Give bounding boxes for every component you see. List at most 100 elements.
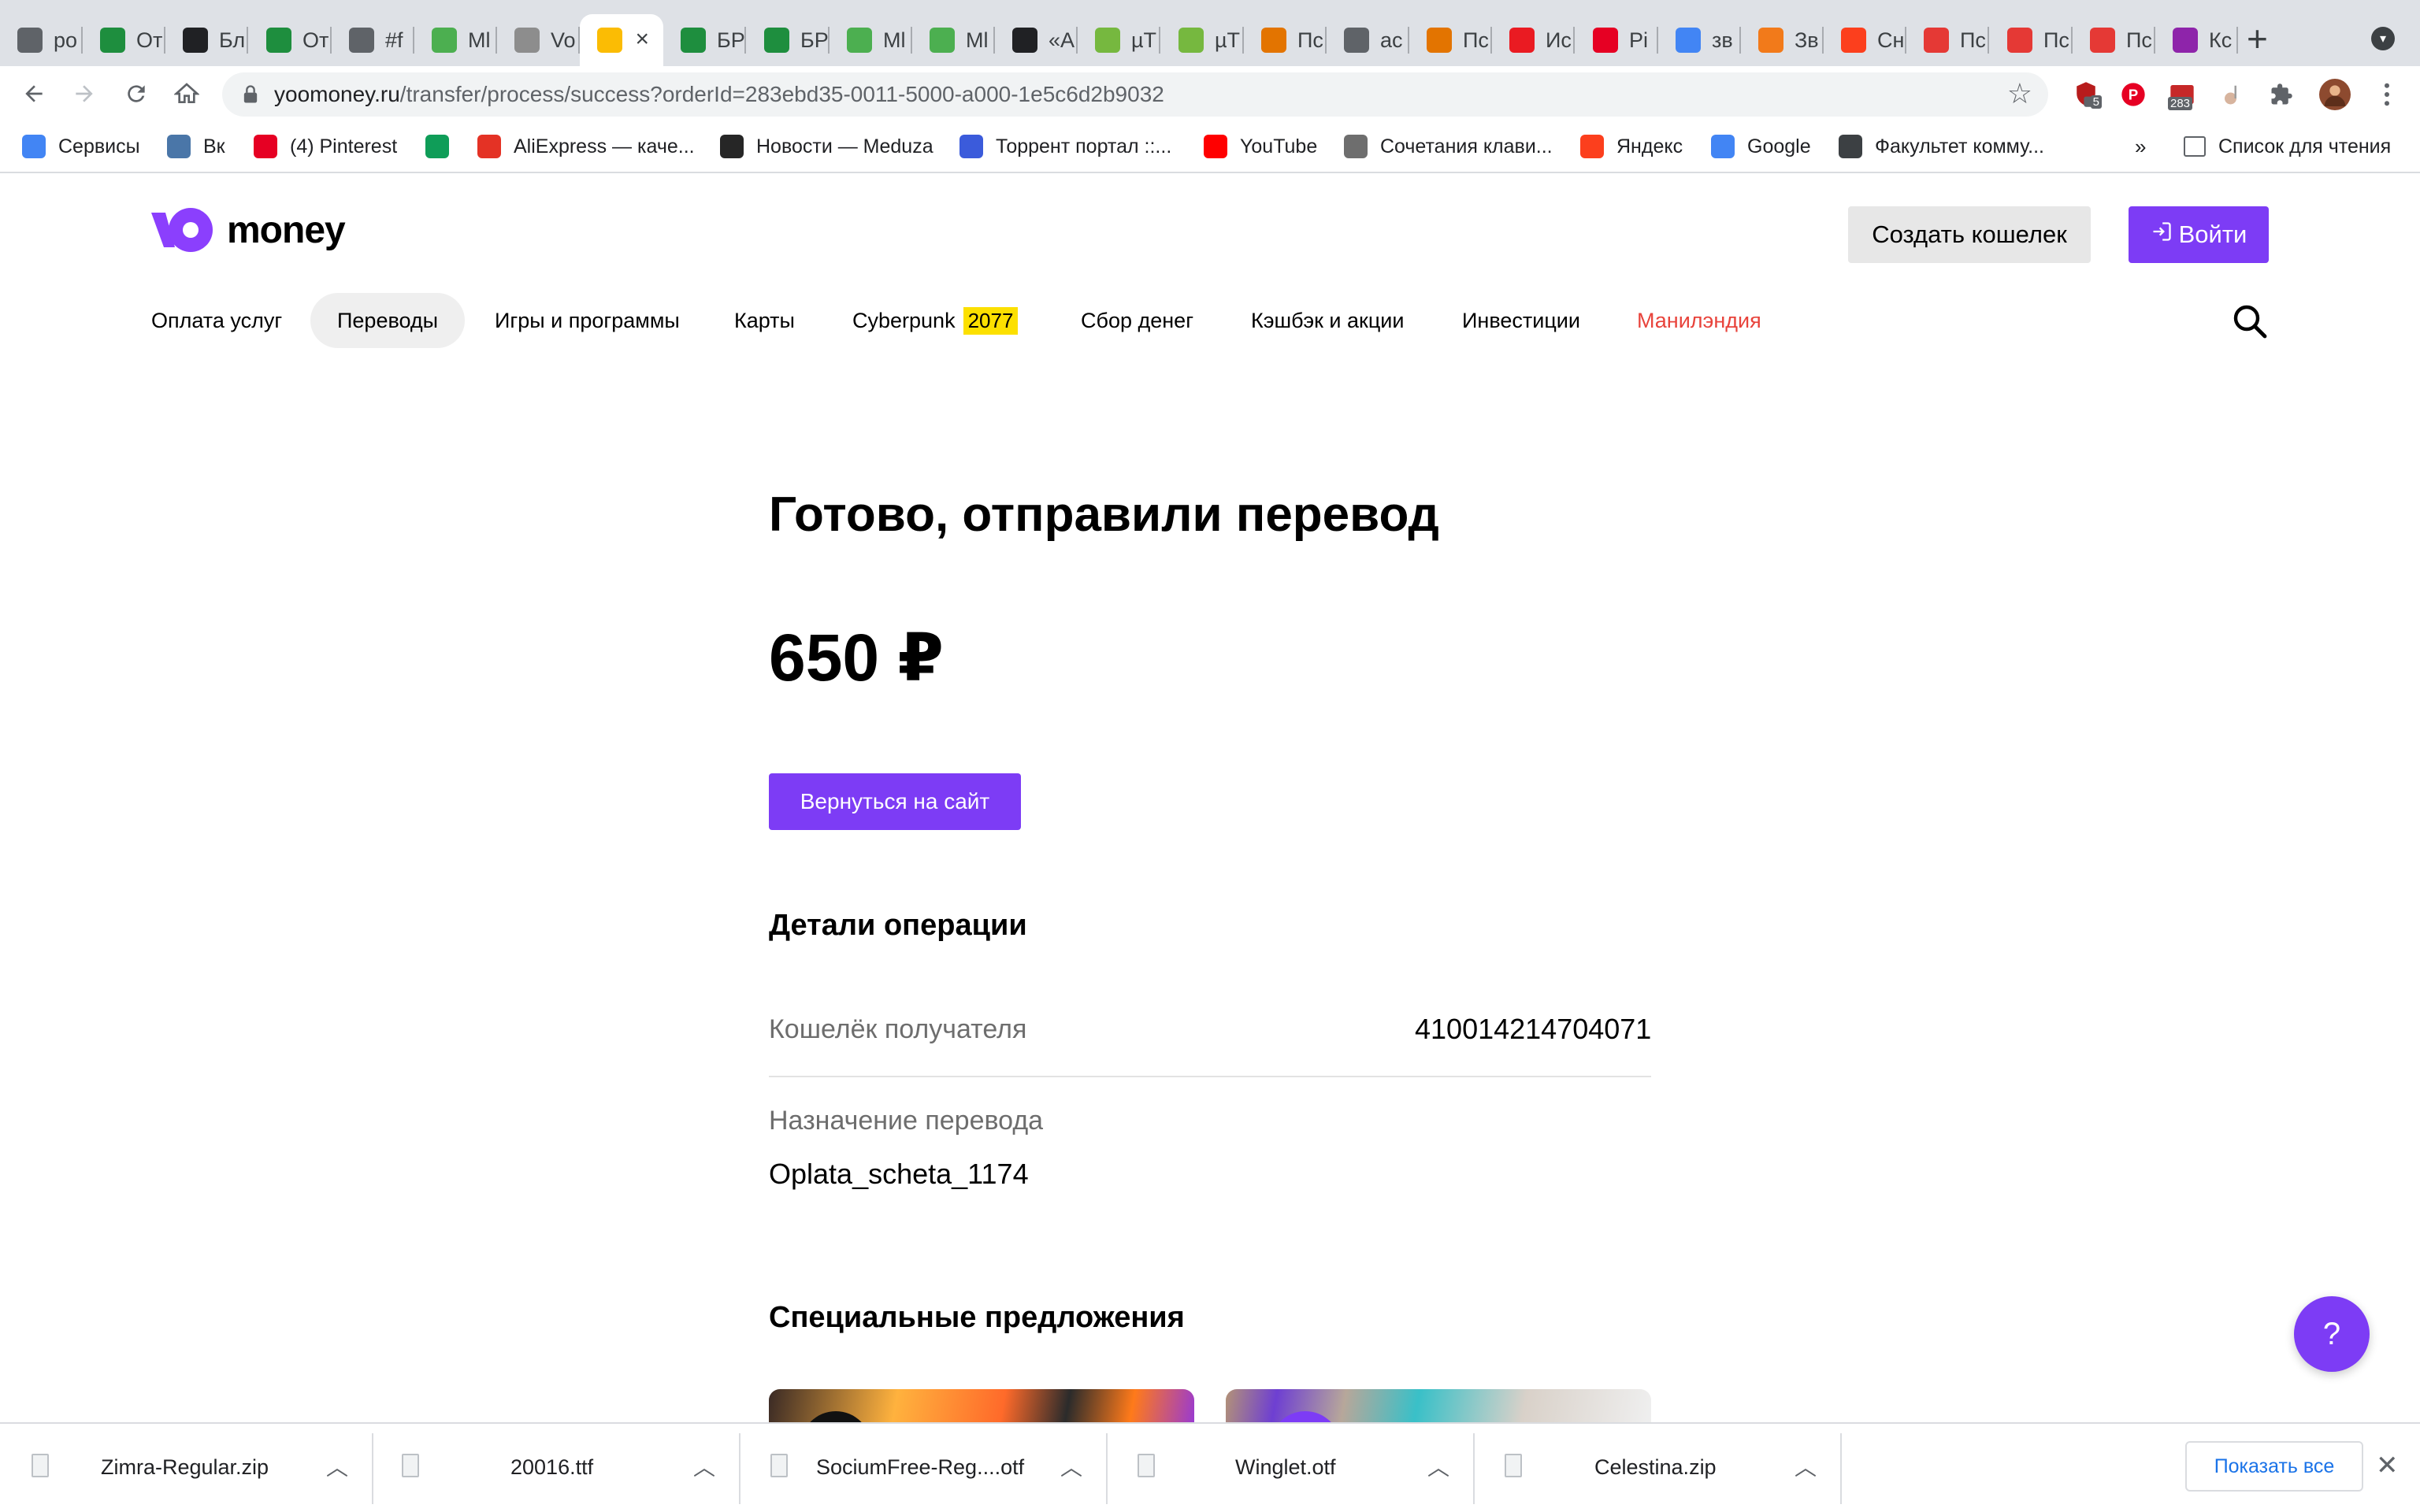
tab[interactable]: Пс [2073, 14, 2155, 66]
create-wallet-button[interactable]: Создать кошелек [1848, 206, 2091, 263]
bookmark-item[interactable]: Сервисы [22, 132, 140, 161]
tab[interactable]: Pi [1576, 14, 1658, 66]
close-shelf-icon[interactable]: ✕ [2376, 1452, 2399, 1479]
nav-item-games[interactable]: Игры и программы [495, 293, 680, 348]
tab[interactable]: Vo [497, 14, 580, 66]
browser-menu-icon[interactable] [2371, 79, 2403, 110]
nav-item-cyberpunk[interactable]: Cyberpunk 2077 [852, 293, 1019, 348]
nav-item-moneyland[interactable]: Манилэндия [1637, 293, 1761, 348]
bookmark-item[interactable]: Google [1711, 132, 1811, 161]
chevron-up-icon[interactable]: ︿ [1060, 1451, 1082, 1482]
chevron-up-icon[interactable]: ︿ [1427, 1451, 1449, 1482]
tab[interactable]: Пс [1906, 14, 1989, 66]
download-item[interactable]: Winglet.otf ︿ [1108, 1433, 1475, 1504]
lock-icon[interactable] [239, 83, 262, 106]
bookmark-star-icon[interactable]: ☆ [2007, 77, 2032, 110]
tab-active[interactable]: × [580, 14, 663, 66]
extension-badge: 5 [2090, 95, 2102, 109]
calendar-extension-icon[interactable]: 283 [2166, 79, 2198, 110]
download-item[interactable]: Celestina.zip ︿ [1475, 1433, 1842, 1504]
url-text[interactable]: yoomoney.ru/transfer/process/success?ord… [274, 82, 1164, 107]
tab[interactable]: БР [747, 14, 830, 66]
chevron-up-icon[interactable]: ︿ [326, 1451, 348, 1482]
home-icon[interactable] [169, 76, 205, 112]
chevron-up-icon[interactable]: ︿ [693, 1451, 715, 1482]
play-icon [847, 28, 872, 53]
profile-avatar[interactable] [2319, 79, 2351, 110]
bookmark-item[interactable]: Факультет комму... [1839, 132, 2044, 161]
tab[interactable]: ас [1327, 14, 1409, 66]
tab[interactable]: Зв [1741, 14, 1824, 66]
back-to-site-button[interactable]: Вернуться на сайт [769, 773, 1021, 830]
bookmark-item[interactable]: Сочетания клави... [1344, 132, 1553, 161]
tab[interactable]: От [83, 14, 165, 66]
nav-item-cards[interactable]: Карты [734, 293, 795, 348]
tab[interactable]: ро [0, 14, 83, 66]
bookmark-item[interactable]: Яндекс [1580, 132, 1683, 161]
tab[interactable]: Ml [414, 14, 497, 66]
tab[interactable]: От [249, 14, 332, 66]
youtube-icon [1204, 135, 1227, 158]
reload-icon[interactable] [118, 76, 154, 112]
tab[interactable]: #f [332, 14, 414, 66]
close-tab-icon[interactable]: × [635, 28, 649, 51]
bookmark-item[interactable]: Торрент портал ::... [959, 132, 1171, 161]
tab-title: БР [717, 28, 745, 52]
forward-arrow-icon[interactable] [66, 76, 102, 112]
nav-item-fundraising[interactable]: Сбор денег [1081, 293, 1193, 348]
tab[interactable]: µТ [1161, 14, 1244, 66]
address-bar[interactable]: yoomoney.ru/transfer/process/success?ord… [222, 72, 2048, 117]
reading-list-button[interactable]: Список для чтения [2184, 132, 2391, 161]
transfer-purpose-label: Назначение перевода [769, 1106, 1044, 1136]
tab-title: Кс [2209, 28, 2233, 52]
tab[interactable]: Пс [1409, 14, 1492, 66]
puzzle-extensions-icon[interactable] [2266, 79, 2297, 110]
download-item[interactable]: 20016.ttf ︿ [373, 1433, 740, 1504]
yoomoney-logo[interactable]: money [151, 206, 346, 254]
tab[interactable]: Бл [165, 14, 248, 66]
bookmark-label: AliExpress — каче... [514, 135, 695, 158]
nav-item-cashback[interactable]: Кэшбэк и акции [1251, 293, 1404, 348]
tab[interactable]: Пс [1990, 14, 2073, 66]
special-offers-heading: Специальные предложения [769, 1301, 1185, 1334]
tab[interactable]: Ml [912, 14, 995, 66]
bookmark-item[interactable]: AliExpress — каче... [477, 132, 695, 161]
nav-item-payments[interactable]: Оплата услуг [151, 293, 282, 348]
nav-item-transfers[interactable]: Переводы [310, 293, 466, 348]
bookmark-item[interactable]: (4) Pinterest [254, 132, 397, 161]
offer-card-2[interactable] [1226, 1389, 1651, 1422]
tab[interactable]: Ис [1492, 14, 1575, 66]
download-item[interactable]: Zimra-Regular.zip ︿ [0, 1433, 373, 1504]
search-icon[interactable] [2231, 302, 2269, 340]
pinterest-extension-icon[interactable]: P [2118, 79, 2149, 110]
tab[interactable]: Ml [830, 14, 912, 66]
tab[interactable]: Кс [2155, 14, 2238, 66]
reading-list-label: Список для чтения [2218, 135, 2392, 158]
tab[interactable]: БР [663, 14, 746, 66]
bookmark-item[interactable] [425, 132, 462, 161]
download-item[interactable]: SociumFree-Reg....otf ︿ [740, 1433, 1108, 1504]
back-arrow-icon[interactable] [16, 76, 52, 112]
tab[interactable]: Сн [1824, 14, 1906, 66]
bookmark-label: Новости — Meduza [756, 135, 933, 158]
tab[interactable]: Пс [1244, 14, 1327, 66]
bookmark-item[interactable]: Вк [167, 132, 225, 161]
nav-item-investments[interactable]: Инвестиции [1462, 293, 1580, 348]
tab[interactable]: зв [1658, 14, 1741, 66]
bookmarks-overflow-button[interactable]: » [2135, 132, 2146, 161]
tab-title: Vo [551, 28, 576, 52]
tab-search-icon[interactable]: ▾ [2371, 27, 2395, 50]
new-tab-button[interactable]: + [2247, 20, 2268, 57]
login-button[interactable]: Войти [2129, 206, 2269, 263]
chevron-up-icon[interactable]: ︿ [1795, 1451, 1817, 1482]
show-all-downloads-button[interactable]: Показать все [2185, 1441, 2363, 1492]
tab[interactable]: «А [995, 14, 1078, 66]
help-button[interactable]: ? [2294, 1296, 2370, 1372]
music-extension-icon[interactable] [2217, 79, 2248, 110]
login-icon [2151, 220, 2173, 249]
extension-shield-icon[interactable]: 5 [2070, 79, 2102, 110]
tab[interactable]: µТ [1078, 14, 1160, 66]
bookmark-item[interactable]: YouTube [1204, 132, 1317, 161]
offer-card-1[interactable] [769, 1389, 1194, 1422]
bookmark-item[interactable]: Новости — Meduza [720, 132, 933, 161]
